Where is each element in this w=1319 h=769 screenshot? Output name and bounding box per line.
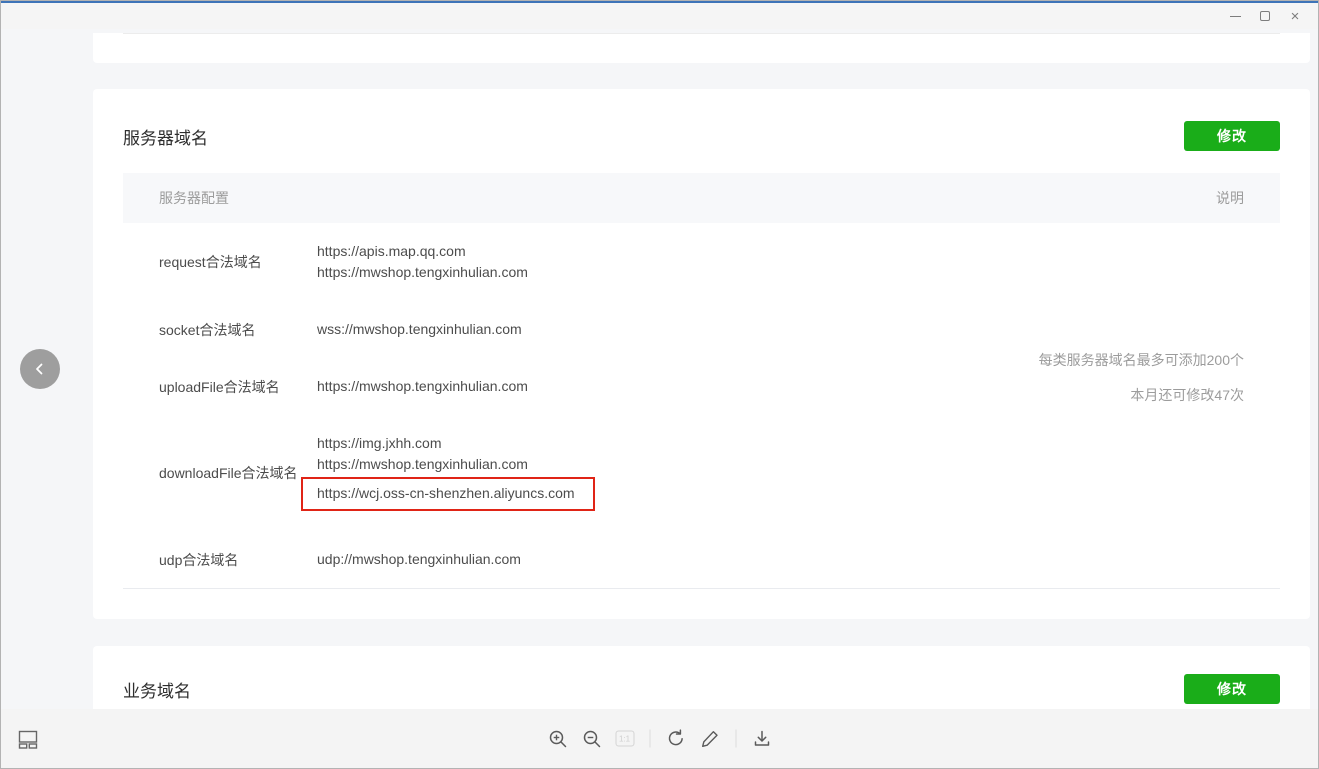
row-values: https://img.jxhh.com https://mwshop.teng… [317, 433, 595, 513]
server-domain-card: 服务器域名 修改 服务器配置 说明 request合法域名 https://ap… [93, 89, 1310, 619]
actual-size-icon: 1:1 [615, 731, 634, 747]
row-label: udp合法域名 [159, 550, 317, 570]
toolbar-separator [649, 730, 650, 748]
domain-value: https://mwshop.tengxinhulian.com [317, 454, 595, 475]
table-header-row: 服务器配置 说明 [123, 173, 1280, 223]
chevron-left-icon [29, 358, 51, 380]
download-icon [751, 728, 772, 749]
viewer-tools: 1:1 [545, 726, 774, 751]
row-values: https://mwshop.tengxinhulian.com [317, 376, 528, 397]
row-values: https://apis.map.qq.com https://mwshop.t… [317, 241, 528, 283]
maximize-icon [1260, 11, 1270, 21]
table-row-udp: udp合法域名 udp://mwshop.tengxinhulian.com [123, 531, 1280, 588]
row-values: wss://mwshop.tengxinhulian.com [317, 319, 522, 340]
close-icon: × [1291, 9, 1300, 24]
domain-value: https://apis.map.qq.com [317, 241, 528, 262]
thumbnail-layout-button[interactable] [15, 726, 41, 751]
table-header-config: 服务器配置 [159, 188, 229, 208]
domain-value: https://mwshop.tengxinhulian.com [317, 376, 528, 397]
rotate-button[interactable] [663, 726, 688, 751]
partial-top-card [93, 33, 1310, 63]
toolbar-separator [735, 730, 736, 748]
server-card-title: 服务器域名 [123, 124, 208, 149]
minimize-icon [1230, 16, 1241, 17]
business-modify-button[interactable]: 修改 [1184, 674, 1280, 704]
layout-icon [17, 728, 39, 749]
row-values: udp://mwshop.tengxinhulian.com [317, 549, 521, 570]
domain-value: https://mwshop.tengxinhulian.com [317, 262, 528, 283]
close-button[interactable]: × [1280, 4, 1310, 28]
title-bar: × [1, 3, 1318, 29]
zoom-in-button[interactable] [545, 726, 570, 751]
app-window: × 服务器域名 修改 服务器配置 说明 req [0, 0, 1319, 769]
actual-size-button[interactable]: 1:1 [613, 729, 636, 749]
zoom-out-button[interactable] [579, 726, 604, 751]
row-label: request合法域名 [159, 252, 317, 272]
table-row-downloadfile: downloadFile合法域名 https://img.jxhh.com ht… [123, 415, 1280, 531]
row-label: socket合法域名 [159, 320, 317, 340]
zoom-in-icon [547, 728, 568, 749]
business-card-title: 业务域名 [123, 677, 191, 702]
business-card-header: 业务域名 修改 [123, 646, 1280, 708]
card-column: 服务器域名 修改 服务器配置 说明 request合法域名 https://ap… [93, 33, 1310, 711]
pencil-icon [699, 728, 720, 749]
row-label: uploadFile合法域名 [159, 377, 317, 397]
maximize-button[interactable] [1250, 4, 1280, 28]
domain-notes: 每类服务器域名最多可添加200个 本月还可修改47次 [1039, 349, 1244, 419]
content-viewport[interactable]: 服务器域名 修改 服务器配置 说明 request合法域名 https://ap… [1, 29, 1318, 711]
table-row-request: request合法域名 https://apis.map.qq.com http… [123, 223, 1280, 301]
rotate-icon [665, 728, 686, 749]
zoom-out-icon [581, 728, 602, 749]
card-divider [123, 33, 1280, 34]
note-remaining: 本月还可修改47次 [1039, 384, 1244, 406]
business-domain-card: 业务域名 修改 [93, 646, 1310, 711]
domain-value: udp://mwshop.tengxinhulian.com [317, 549, 521, 570]
table-header-note: 说明 [1216, 188, 1244, 208]
server-modify-button[interactable]: 修改 [1184, 121, 1280, 151]
minimize-button[interactable] [1220, 4, 1250, 28]
server-card-header: 服务器域名 修改 [123, 89, 1280, 159]
highlighted-domain-annotation: https://wcj.oss-cn-shenzhen.aliyuncs.com [301, 477, 595, 511]
edit-button[interactable] [697, 726, 722, 751]
domain-value: wss://mwshop.tengxinhulian.com [317, 319, 522, 340]
viewer-footer-toolbar: 1:1 [1, 709, 1318, 768]
window-top-accent [1, 1, 1318, 3]
download-button[interactable] [749, 726, 774, 751]
row-label: downloadFile合法域名 [159, 463, 317, 483]
domain-value: https://img.jxhh.com [317, 433, 595, 454]
back-button[interactable] [20, 349, 60, 389]
note-max-per-type: 每类服务器域名最多可添加200个 [1039, 349, 1244, 371]
